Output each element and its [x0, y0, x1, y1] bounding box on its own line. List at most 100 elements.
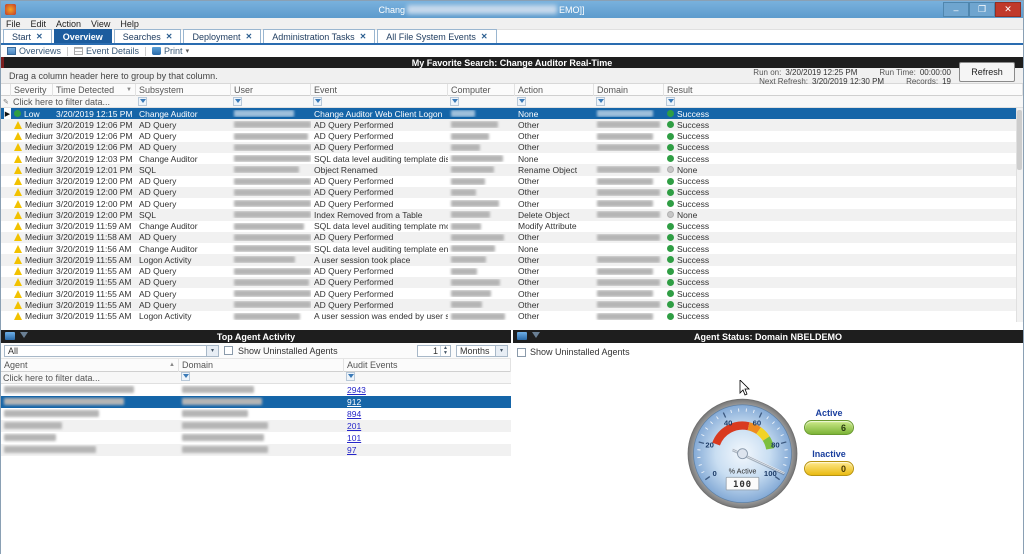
tab-all-file-system-events[interactable]: All File System Events✕: [377, 29, 496, 43]
tab-close-icon[interactable]: ✕: [481, 32, 488, 41]
close-button[interactable]: ✕: [995, 2, 1021, 17]
audit-events-link[interactable]: 912: [347, 397, 361, 407]
filter-funnel-icon[interactable]: [450, 97, 459, 106]
filter-cell-user[interactable]: [231, 96, 311, 108]
menu-view[interactable]: View: [91, 19, 110, 29]
event-row[interactable]: Medium3/20/2019 12:03 PMChange AuditorSQ…: [1, 153, 1023, 164]
event-row[interactable]: Medium3/20/2019 12:00 PMAD QueryAD Query…: [1, 187, 1023, 198]
panel-filter-icon[interactable]: [20, 332, 28, 338]
inactive-count-pill[interactable]: 0: [804, 461, 854, 476]
minimize-button[interactable]: –: [943, 2, 969, 17]
dropdown-arrow-icon[interactable]: ▾: [206, 346, 218, 356]
event-row[interactable]: Medium3/20/2019 12:06 PMAD QueryAD Query…: [1, 131, 1023, 142]
filter-cell-event[interactable]: [311, 96, 448, 108]
filter-funnel-icon[interactable]: [138, 97, 147, 106]
filter-cell-audit-events[interactable]: [344, 372, 511, 383]
audit-events-link[interactable]: 201: [347, 421, 361, 431]
agent-row[interactable]: 97: [1, 444, 511, 456]
overviews-button[interactable]: Overviews: [7, 46, 61, 56]
agent-row[interactable]: 912: [1, 396, 511, 408]
maximize-button[interactable]: ❐: [969, 2, 995, 17]
agent-filter-dropdown[interactable]: All ▾: [4, 345, 219, 357]
filter-funnel-icon[interactable]: [596, 97, 605, 106]
spinner-buttons[interactable]: ▲▼: [440, 346, 450, 356]
print-dropdown-icon[interactable]: ▾: [186, 47, 190, 55]
filter-hint[interactable]: Click here to filter data...: [11, 96, 136, 108]
column-header-user[interactable]: User: [231, 84, 311, 96]
filter-cell-result[interactable]: [664, 96, 1023, 108]
tab-close-icon[interactable]: ✕: [246, 32, 253, 41]
panel-filter-icon[interactable]: [532, 332, 540, 338]
filter-funnel-icon[interactable]: [346, 372, 355, 381]
status-show-uninstalled-checkbox[interactable]: [517, 348, 526, 357]
column-header-agent-domain[interactable]: Domain: [179, 359, 344, 372]
tab-close-icon[interactable]: ✕: [36, 32, 43, 41]
event-row[interactable]: Medium3/20/2019 12:06 PMAD QueryAD Query…: [1, 142, 1023, 153]
filter-cell-subsystem[interactable]: [136, 96, 231, 108]
column-header-audit-events[interactable]: Audit Events: [344, 359, 511, 372]
column-header-time-detected[interactable]: Time Detected ▼: [53, 84, 136, 96]
agent-row[interactable]: 201: [1, 420, 511, 432]
event-row[interactable]: Medium3/20/2019 12:06 PMAD QueryAD Query…: [1, 119, 1023, 130]
event-row[interactable]: Medium3/20/2019 12:00 PMAD QueryAD Query…: [1, 176, 1023, 187]
filter-cell-action[interactable]: [515, 96, 594, 108]
agent-row[interactable]: 894: [1, 408, 511, 420]
filter-funnel-icon[interactable]: [517, 97, 526, 106]
event-row[interactable]: ▶Low3/20/2019 12:15 PMChange AuditorChan…: [1, 108, 1023, 119]
audit-events-link[interactable]: 2943: [347, 385, 366, 395]
audit-events-link[interactable]: 894: [347, 409, 361, 419]
audit-events-link[interactable]: 97: [347, 445, 356, 455]
filter-funnel-icon[interactable]: [313, 97, 322, 106]
column-header-subsystem[interactable]: Subsystem: [136, 84, 231, 96]
menu-file[interactable]: File: [6, 19, 21, 29]
active-count-pill[interactable]: 6: [804, 420, 854, 435]
tab-close-icon[interactable]: ✕: [166, 32, 173, 41]
event-row[interactable]: Medium3/20/2019 11:55 AMAD QueryAD Query…: [1, 288, 1023, 299]
menu-help[interactable]: Help: [120, 19, 139, 29]
refresh-button[interactable]: Refresh: [959, 62, 1015, 82]
event-row[interactable]: Medium3/20/2019 11:55 AMAD QueryAD Query…: [1, 266, 1023, 277]
tab-searches[interactable]: Searches✕: [114, 29, 182, 43]
column-header-action[interactable]: Action: [515, 84, 594, 96]
tab-overview[interactable]: Overview✕: [54, 29, 112, 43]
agent-filter-hint[interactable]: Click here to filter data...: [1, 373, 179, 383]
audit-events-link[interactable]: 101: [347, 433, 361, 443]
event-row[interactable]: Medium3/20/2019 11:58 AMAD QueryAD Query…: [1, 232, 1023, 243]
agent-row[interactable]: 2943: [1, 384, 511, 396]
scrollbar-thumb[interactable]: [1017, 110, 1022, 170]
column-header-event[interactable]: Event: [311, 84, 448, 96]
tab-deployment[interactable]: Deployment✕: [183, 29, 261, 43]
panel-print-icon[interactable]: [517, 332, 527, 340]
menu-action[interactable]: Action: [56, 19, 81, 29]
filter-funnel-icon[interactable]: [666, 97, 675, 106]
filter-funnel-icon[interactable]: [181, 372, 190, 381]
event-row[interactable]: Medium3/20/2019 11:59 AMChange AuditorSQ…: [1, 221, 1023, 232]
event-row[interactable]: Medium3/20/2019 11:55 AMLogon ActivityA …: [1, 254, 1023, 265]
event-row[interactable]: Medium3/20/2019 11:55 AMLogon ActivityA …: [1, 311, 1023, 322]
column-header-computer[interactable]: Computer: [448, 84, 515, 96]
event-row[interactable]: Medium3/20/2019 11:55 AMAD QueryAD Query…: [1, 299, 1023, 310]
event-row[interactable]: Medium3/20/2019 11:55 AMAD QueryAD Query…: [1, 277, 1023, 288]
period-spinner[interactable]: 1 ▲▼: [417, 345, 451, 357]
event-row[interactable]: Medium3/20/2019 12:00 PMAD QueryAD Query…: [1, 198, 1023, 209]
event-row[interactable]: Medium3/20/2019 12:00 PMSQLIndex Removed…: [1, 209, 1023, 220]
column-header-severity[interactable]: Severity: [11, 84, 53, 96]
period-unit-dropdown[interactable]: Months ▾: [456, 345, 508, 357]
event-details-button[interactable]: Event Details: [74, 46, 139, 56]
filter-cell-domain[interactable]: [594, 96, 664, 108]
filter-cell-agent-domain[interactable]: [179, 372, 344, 383]
vertical-scrollbar[interactable]: [1016, 108, 1023, 322]
event-row[interactable]: Medium3/20/2019 11:56 AMChange AuditorSQ…: [1, 243, 1023, 254]
tab-close-icon[interactable]: ✕: [360, 32, 367, 41]
filter-cell-computer[interactable]: [448, 96, 515, 108]
event-row[interactable]: Medium3/20/2019 12:01 PMSQLObject Rename…: [1, 164, 1023, 175]
menu-edit[interactable]: Edit: [31, 19, 47, 29]
dropdown-arrow-icon[interactable]: ▾: [495, 346, 507, 356]
filter-funnel-icon[interactable]: [233, 97, 242, 106]
column-header-agent[interactable]: Agent ▲: [1, 359, 179, 372]
tab-administration-tasks[interactable]: Administration Tasks✕: [263, 29, 375, 43]
agent-row[interactable]: 101: [1, 432, 511, 444]
panel-print-icon[interactable]: [5, 332, 15, 340]
tab-start[interactable]: Start✕: [3, 29, 52, 43]
show-uninstalled-checkbox[interactable]: [224, 346, 233, 355]
